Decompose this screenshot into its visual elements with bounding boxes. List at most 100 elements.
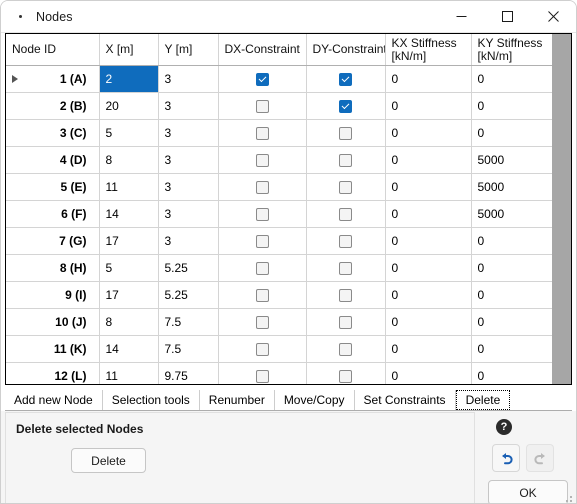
- node-id-cell[interactable]: 10 (J): [6, 308, 100, 336]
- x-coordinate-cell[interactable]: 11: [99, 362, 159, 384]
- ky-stiffness-cell[interactable]: 5000: [471, 200, 558, 228]
- x-coordinate-cell[interactable]: 14: [99, 200, 159, 228]
- y-coordinate-cell[interactable]: 3: [158, 92, 219, 120]
- tab-selection-tools[interactable]: Selection tools: [102, 390, 200, 410]
- kx-stiffness-cell[interactable]: 0: [385, 227, 472, 255]
- dx-constraint-cell[interactable]: [218, 146, 307, 174]
- help-button[interactable]: ?: [493, 416, 515, 438]
- dy-constraint-checkbox[interactable]: [339, 207, 352, 221]
- dx-constraint-checkbox[interactable]: [255, 261, 269, 275]
- node-id-cell[interactable]: 12 (L): [6, 362, 100, 384]
- column-header-0[interactable]: Node ID: [6, 34, 100, 66]
- ky-stiffness-cell[interactable]: 0: [471, 335, 558, 363]
- node-id-cell[interactable]: 3 (C): [6, 119, 100, 147]
- table-row[interactable]: 1 (A) 2 3 0 0: [6, 65, 558, 93]
- dx-constraint-cell[interactable]: [218, 308, 307, 336]
- node-id-cell[interactable]: 6 (F): [6, 200, 100, 228]
- dy-constraint-checkbox[interactable]: [339, 261, 352, 275]
- kx-stiffness-cell[interactable]: 0: [385, 119, 472, 147]
- ky-stiffness-cell[interactable]: 0: [471, 227, 558, 255]
- dy-constraint-checkbox[interactable]: [339, 99, 352, 113]
- kx-stiffness-cell[interactable]: 0: [385, 254, 472, 282]
- kx-stiffness-cell[interactable]: 0: [385, 92, 472, 120]
- close-icon[interactable]: [530, 1, 576, 32]
- x-coordinate-cell[interactable]: 5: [99, 254, 159, 282]
- table-row[interactable]: 3 (C) 5 3 0 0: [6, 119, 558, 147]
- table-row[interactable]: 11 (K) 14 7.5 0 0: [6, 335, 558, 363]
- delete-button[interactable]: Delete: [71, 448, 146, 473]
- dy-constraint-cell[interactable]: [306, 146, 386, 174]
- dy-constraint-cell[interactable]: [306, 173, 386, 201]
- node-id-cell[interactable]: 1 (A): [6, 65, 100, 93]
- dx-constraint-cell[interactable]: [218, 92, 307, 120]
- dx-constraint-checkbox[interactable]: [255, 234, 269, 248]
- dx-constraint-checkbox[interactable]: [255, 72, 269, 86]
- y-coordinate-cell[interactable]: 3: [158, 119, 219, 147]
- y-coordinate-cell[interactable]: 3: [158, 173, 219, 201]
- kx-stiffness-cell[interactable]: 0: [385, 281, 472, 309]
- ky-stiffness-cell[interactable]: 0: [471, 254, 558, 282]
- node-id-cell[interactable]: 11 (K): [6, 335, 100, 363]
- column-header-4[interactable]: DY-Constraint: [306, 34, 386, 66]
- table-row[interactable]: 5 (E) 11 3 0 5000: [6, 173, 558, 201]
- dy-constraint-checkbox[interactable]: [339, 180, 352, 194]
- ky-stiffness-cell[interactable]: 0: [471, 119, 558, 147]
- maximize-icon[interactable]: [484, 1, 530, 32]
- dx-constraint-checkbox[interactable]: [255, 99, 269, 113]
- dy-constraint-cell[interactable]: [306, 335, 386, 363]
- tab-delete[interactable]: Delete: [455, 390, 511, 410]
- x-coordinate-cell[interactable]: 17: [99, 227, 159, 255]
- minimize-icon[interactable]: [438, 1, 484, 32]
- tab-move-copy[interactable]: Move/Copy: [274, 390, 355, 410]
- y-coordinate-cell[interactable]: 7.5: [158, 308, 219, 336]
- table-row[interactable]: 4 (D) 8 3 0 5000: [6, 146, 558, 174]
- dy-constraint-checkbox[interactable]: [339, 288, 352, 302]
- table-row[interactable]: 2 (B) 20 3 0 0: [6, 92, 558, 120]
- dy-constraint-cell[interactable]: [306, 119, 386, 147]
- ky-stiffness-cell[interactable]: 0: [471, 362, 558, 384]
- x-coordinate-cell[interactable]: 8: [99, 308, 159, 336]
- dx-constraint-cell[interactable]: [218, 119, 307, 147]
- nodes-grid[interactable]: Node ID X [m] Y [m] DX-Constraint DY-Constra…: [5, 33, 572, 385]
- dy-constraint-cell[interactable]: [306, 227, 386, 255]
- kx-stiffness-cell[interactable]: 0: [385, 146, 472, 174]
- node-id-cell[interactable]: 8 (H): [6, 254, 100, 282]
- x-coordinate-cell[interactable]: 2: [99, 65, 159, 93]
- dx-constraint-cell[interactable]: [218, 254, 307, 282]
- dx-constraint-cell[interactable]: [218, 362, 307, 384]
- kx-stiffness-cell[interactable]: 0: [385, 362, 472, 384]
- column-header-2[interactable]: Y [m]: [158, 34, 219, 66]
- y-coordinate-cell[interactable]: 3: [158, 65, 219, 93]
- y-coordinate-cell[interactable]: 9.75: [158, 362, 219, 384]
- column-header-5[interactable]: KX Stiffness [kN/m]: [385, 34, 472, 66]
- tab-add-new-node[interactable]: Add new Node: [5, 390, 103, 410]
- ky-stiffness-cell[interactable]: 5000: [471, 173, 558, 201]
- grid-vertical-scrollbar[interactable]: [552, 34, 571, 384]
- dy-constraint-checkbox[interactable]: [339, 234, 352, 248]
- y-coordinate-cell[interactable]: 7.5: [158, 335, 219, 363]
- x-coordinate-cell[interactable]: 8: [99, 146, 159, 174]
- x-coordinate-cell[interactable]: 17: [99, 281, 159, 309]
- tab-set-constraints[interactable]: Set Constraints: [354, 390, 456, 410]
- column-header-1[interactable]: X [m]: [99, 34, 159, 66]
- node-id-cell[interactable]: 7 (G): [6, 227, 100, 255]
- x-coordinate-cell[interactable]: 20: [99, 92, 159, 120]
- y-coordinate-cell[interactable]: 5.25: [158, 281, 219, 309]
- ky-stiffness-cell[interactable]: 5000: [471, 146, 558, 174]
- dy-constraint-checkbox[interactable]: [339, 72, 352, 86]
- dy-constraint-cell[interactable]: [306, 281, 386, 309]
- table-row[interactable]: 8 (H) 5 5.25 0 0: [6, 254, 558, 282]
- dx-constraint-checkbox[interactable]: [255, 126, 269, 140]
- dy-constraint-cell[interactable]: [306, 92, 386, 120]
- dy-constraint-cell[interactable]: [306, 362, 386, 384]
- dx-constraint-cell[interactable]: [218, 200, 307, 228]
- dx-constraint-cell[interactable]: [218, 281, 307, 309]
- dx-constraint-checkbox[interactable]: [255, 207, 269, 221]
- dy-constraint-checkbox[interactable]: [339, 153, 352, 167]
- node-id-cell[interactable]: 2 (B): [6, 92, 100, 120]
- dy-constraint-cell[interactable]: [306, 65, 386, 93]
- dx-constraint-checkbox[interactable]: [255, 342, 269, 356]
- dx-constraint-cell[interactable]: [218, 227, 307, 255]
- dy-constraint-cell[interactable]: [306, 200, 386, 228]
- column-header-3[interactable]: DX-Constraint: [218, 34, 307, 66]
